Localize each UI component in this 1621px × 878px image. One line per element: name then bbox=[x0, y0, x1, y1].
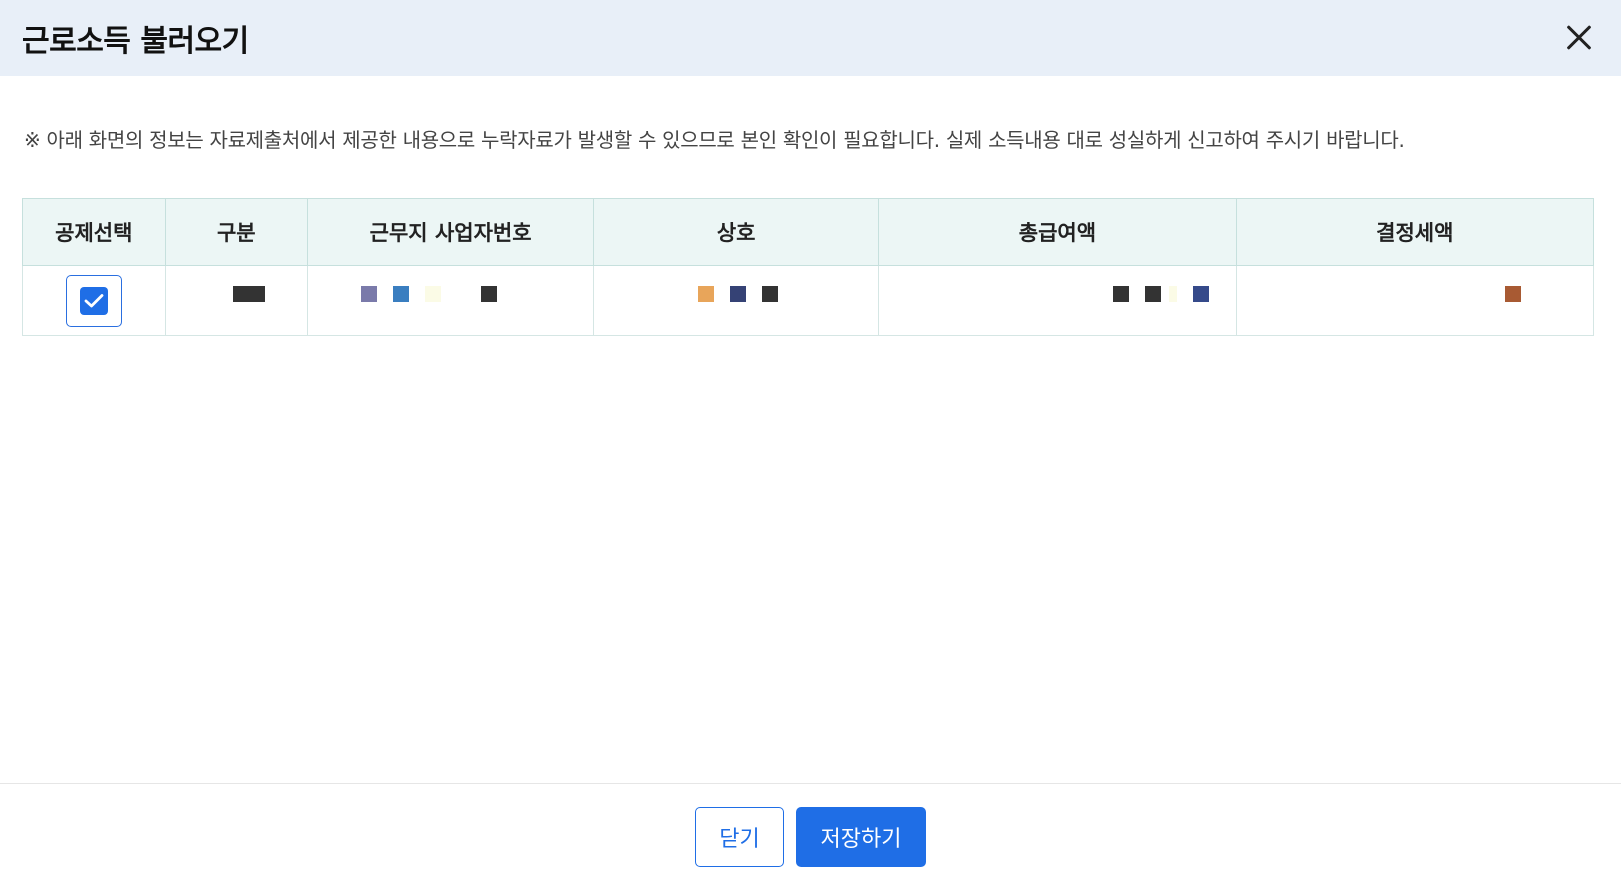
checkbox-fill bbox=[79, 286, 108, 315]
col-header-business-number: 근무지 사업자번호 bbox=[307, 198, 595, 266]
redacted-text bbox=[232, 286, 265, 302]
save-button[interactable]: 저장하기 bbox=[796, 807, 926, 867]
redacted-text bbox=[1113, 286, 1130, 302]
col-header-determined-tax: 결정세액 bbox=[1235, 198, 1595, 266]
redacted-text bbox=[393, 286, 410, 302]
cell-determined-tax bbox=[1235, 265, 1595, 336]
redacted-text bbox=[425, 286, 442, 302]
redacted-text bbox=[698, 286, 715, 302]
income-import-dialog: 근로소득 불러오기 ※ 아래 화면의 정보는 자료제출처에서 제공한 내용으로 … bbox=[0, 0, 1621, 878]
redacted-text bbox=[1145, 286, 1162, 302]
cell-company-name bbox=[593, 265, 880, 336]
redacted-text bbox=[730, 286, 747, 302]
dialog-footer: 닫기 저장하기 bbox=[0, 783, 1621, 878]
dialog-header: 근로소득 불러오기 bbox=[0, 0, 1621, 76]
cell-category bbox=[164, 265, 309, 336]
deduction-checkbox[interactable] bbox=[65, 274, 122, 327]
redacted-text bbox=[1504, 286, 1521, 302]
cell-total-salary bbox=[878, 265, 1237, 336]
col-header-total-salary: 총급여액 bbox=[878, 198, 1237, 266]
cell-business-number bbox=[307, 265, 595, 336]
redacted-text bbox=[361, 286, 378, 302]
col-header-select: 공제선택 bbox=[22, 198, 166, 266]
cell-select bbox=[22, 265, 166, 336]
redacted-text bbox=[1169, 286, 1178, 302]
redacted-text bbox=[481, 286, 498, 302]
income-table: 공제선택 구분 근무지 사업자번호 상호 총급여액 결정세액 bbox=[22, 198, 1595, 336]
col-header-company-name: 상호 bbox=[593, 198, 880, 266]
table-row bbox=[22, 265, 1595, 336]
check-icon bbox=[84, 293, 104, 307]
table-header-row: 공제선택 구분 근무지 사업자번호 상호 총급여액 결정세액 bbox=[22, 198, 1595, 266]
redacted-text bbox=[1193, 286, 1210, 302]
col-header-category: 구분 bbox=[164, 198, 309, 266]
close-button[interactable]: 닫기 bbox=[695, 807, 784, 867]
close-icon[interactable] bbox=[1559, 18, 1599, 58]
redacted-text bbox=[762, 286, 779, 302]
notice-text: ※ 아래 화면의 정보는 자료제출처에서 제공한 내용으로 누락자료가 발생할 … bbox=[24, 128, 1405, 152]
dialog-title: 근로소득 불러오기 bbox=[22, 24, 249, 59]
